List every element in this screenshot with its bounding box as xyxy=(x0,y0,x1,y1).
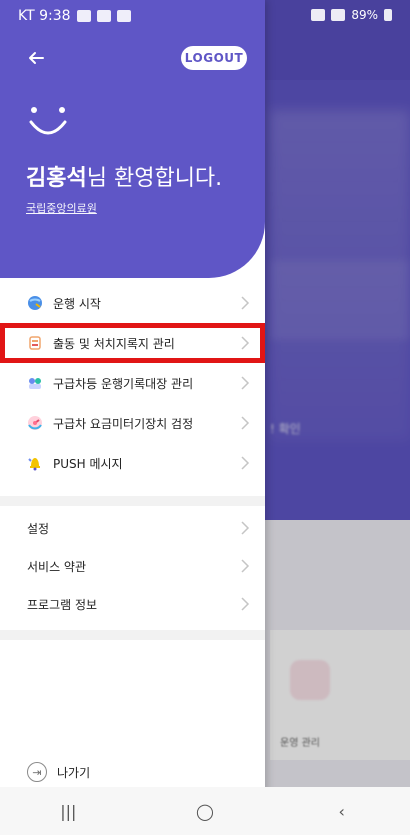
menu-label: 운행 시작 xyxy=(53,296,101,311)
status-left: KT 9:38 xyxy=(18,8,131,24)
globe-icon xyxy=(28,296,42,310)
medical-record-icon xyxy=(29,336,41,350)
organization-link[interactable]: 국립중앙의료원 xyxy=(26,200,97,216)
alarm-icon xyxy=(311,9,326,21)
menu-item-dispatch-records[interactable]: 출동 및 처치지록지 관리 xyxy=(0,323,265,363)
bell-icon xyxy=(28,458,40,471)
navigation-drawer: KT 9:38 89% LOGOUT 김홍석님 환영합니다. 국립중앙의료원 운… xyxy=(0,0,392,835)
menu-item-meter-verification[interactable]: 구급차 요금미터기장치 검정 xyxy=(0,403,265,443)
exit-label: 나가기 xyxy=(57,765,91,780)
exit-button[interactable]: ⇥ 나가기 xyxy=(27,762,90,782)
home-icon: ◯ xyxy=(196,801,214,821)
chevron-right-icon xyxy=(241,376,250,390)
chevron-right-icon xyxy=(241,521,250,535)
back-nav-icon: ‹ xyxy=(338,801,345,821)
welcome-text: 김홍석님 환영합니다. xyxy=(26,160,222,192)
battery-icon xyxy=(384,9,392,21)
menu-item-start-operation[interactable]: 운행 시작 xyxy=(0,283,265,323)
meter-icon xyxy=(28,416,42,430)
section-divider xyxy=(0,630,265,640)
home-button[interactable]: ◯ xyxy=(185,799,225,823)
settings-label: 서비스 약관 xyxy=(27,559,87,574)
message-icon xyxy=(96,10,111,22)
settings-menu: 설정 서비스 약관 프로그램 정보 xyxy=(0,509,265,623)
menu-label: PUSH 메시지 xyxy=(53,456,123,471)
welcome-message: 님 환영합니다. xyxy=(86,166,223,191)
status-right: 89% xyxy=(311,8,392,22)
user-name: 김홍석 xyxy=(26,166,87,191)
menu-label: 출동 및 처치지록지 관리 xyxy=(53,336,175,351)
chevron-right-icon xyxy=(241,296,250,310)
smile-logo-icon xyxy=(29,107,67,135)
status-bar: KT 9:38 89% xyxy=(0,0,410,32)
recent-apps-icon: ||| xyxy=(60,801,77,821)
back-nav-button[interactable]: ‹ xyxy=(322,799,362,823)
signal-icon xyxy=(331,9,346,21)
settings-item-settings[interactable]: 설정 xyxy=(0,509,265,547)
chevron-right-icon xyxy=(241,416,250,430)
photo-icon xyxy=(116,10,131,22)
people-icon xyxy=(29,378,41,389)
system-navigation-bar: ||| ◯ ‹ xyxy=(0,787,410,835)
menu-label: 구급차등 운행기록대장 관리 xyxy=(53,376,194,391)
arrow-left-icon xyxy=(29,52,44,64)
main-menu: 운행 시작 출동 및 처치지록지 관리 구급차등 운행기록대장 관리 구급차 요… xyxy=(0,283,265,483)
menu-item-push-messages[interactable]: PUSH 메시지 xyxy=(0,443,265,483)
settings-item-program-info[interactable]: 프로그램 정보 xyxy=(0,585,265,623)
recent-apps-button[interactable]: ||| xyxy=(48,799,88,823)
settings-label: 설정 xyxy=(27,521,50,536)
exit-icon: ⇥ xyxy=(27,762,47,782)
back-button[interactable] xyxy=(25,44,53,72)
settings-label: 프로그램 정보 xyxy=(27,597,98,612)
status-time: KT 9:38 xyxy=(18,8,71,24)
settings-item-terms[interactable]: 서비스 약관 xyxy=(0,547,265,585)
menu-item-ambulance-log[interactable]: 구급차등 운행기록대장 관리 xyxy=(0,363,265,403)
logout-button[interactable]: LOGOUT xyxy=(181,46,247,70)
chevron-right-icon xyxy=(241,559,250,573)
section-divider xyxy=(0,496,265,506)
chevron-right-icon xyxy=(241,597,250,611)
gallery-icon xyxy=(76,10,91,22)
battery-percent: 89% xyxy=(351,8,378,22)
chevron-right-icon xyxy=(241,336,250,350)
menu-label: 구급차 요금미터기장치 검정 xyxy=(53,416,194,431)
chevron-right-icon xyxy=(241,456,250,470)
